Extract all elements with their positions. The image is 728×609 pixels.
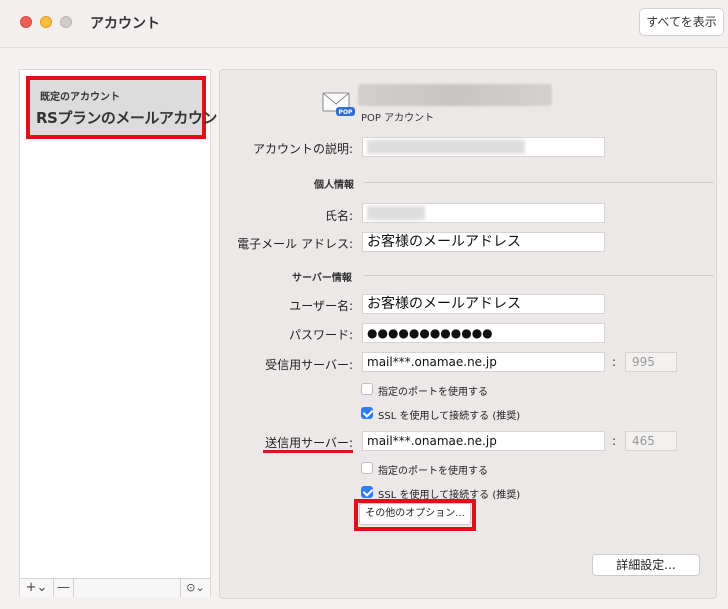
- port-separator: :: [612, 434, 617, 448]
- name-label: 氏名:: [324, 209, 353, 223]
- incoming-port-field[interactable]: 995: [625, 352, 677, 372]
- remove-account-button[interactable]: —: [54, 579, 74, 597]
- outgoing-custom-port-checkbox[interactable]: [361, 462, 373, 474]
- outgoing-custom-port-label: 指定のポートを使用する: [378, 466, 488, 477]
- pop-mail-icon: POP: [322, 92, 355, 116]
- zoom-window-button[interactable]: [60, 16, 72, 28]
- minimize-window-button[interactable]: [40, 16, 52, 28]
- server-info-heading: サーバー情報: [292, 273, 352, 284]
- advanced-settings-button[interactable]: 詳細設定...: [592, 554, 700, 576]
- account-detail-panel: POP POP アカウント アカウントの説明: 個人情報 氏名: 電子メール ア…: [219, 69, 717, 599]
- description-redacted: [367, 140, 525, 154]
- svg-text:POP: POP: [339, 109, 353, 116]
- section-divider: [364, 275, 714, 276]
- email-field[interactable]: お客様のメールアドレス: [362, 232, 605, 252]
- section-divider: [364, 182, 714, 183]
- more-actions-button[interactable]: ⊙⌄: [180, 579, 210, 597]
- incoming-server-label: 受信用サーバー:: [265, 358, 353, 372]
- password-label: パスワード:: [288, 328, 353, 342]
- full-name-field[interactable]: [362, 203, 605, 223]
- username-label: ユーザー名:: [289, 299, 353, 313]
- default-account-caption: 既定のアカウント: [40, 92, 120, 103]
- outgoing-server-field[interactable]: mail***.onamae.ne.jp: [362, 431, 605, 451]
- incoming-ssl-checkbox[interactable]: [361, 407, 373, 419]
- incoming-ssl-label: SSL を使用して接続する (推奨): [378, 411, 521, 422]
- account-type-label: POP アカウント: [361, 113, 435, 124]
- outgoing-ssl-checkbox[interactable]: [361, 486, 373, 498]
- close-window-button[interactable]: [20, 16, 32, 28]
- password-field[interactable]: ●●●●●●●●●●●●: [362, 323, 605, 343]
- incoming-server-field[interactable]: mail***.onamae.ne.jp: [362, 352, 605, 372]
- port-separator: :: [612, 355, 617, 369]
- description-field[interactable]: [362, 137, 605, 157]
- show-all-button[interactable]: すべてを表示: [639, 8, 724, 36]
- outgoing-server-label: 送信用サーバー:: [265, 436, 353, 450]
- outgoing-port-field[interactable]: 465: [625, 431, 677, 451]
- account-list-item[interactable]: 既定のアカウント RSプランのメールアカウント: [26, 76, 232, 139]
- personal-info-heading: 個人情報: [314, 180, 354, 191]
- description-label: アカウントの説明:: [252, 142, 353, 156]
- account-display-name-redacted: [358, 84, 552, 106]
- account-list-toolbar: +⌄ — ⊙⌄: [20, 578, 210, 597]
- title-bar: アカウント すべてを表示: [0, 0, 728, 48]
- outgoing-server-highlight: [263, 450, 353, 453]
- window-title: アカウント: [90, 16, 160, 32]
- username-field[interactable]: お客様のメールアドレス: [362, 294, 605, 314]
- account-name: RSプランのメールアカウント: [36, 109, 232, 127]
- email-label: 電子メール アドレス:: [237, 237, 353, 251]
- full-name-redacted: [367, 206, 425, 220]
- incoming-custom-port-label: 指定のポートを使用する: [378, 387, 488, 398]
- more-options-highlight: [354, 499, 476, 531]
- account-list: 既定のアカウント RSプランのメールアカウント +⌄ — ⊙⌄: [19, 69, 232, 597]
- incoming-custom-port-checkbox[interactable]: [361, 383, 373, 395]
- add-account-button[interactable]: +⌄: [20, 579, 54, 597]
